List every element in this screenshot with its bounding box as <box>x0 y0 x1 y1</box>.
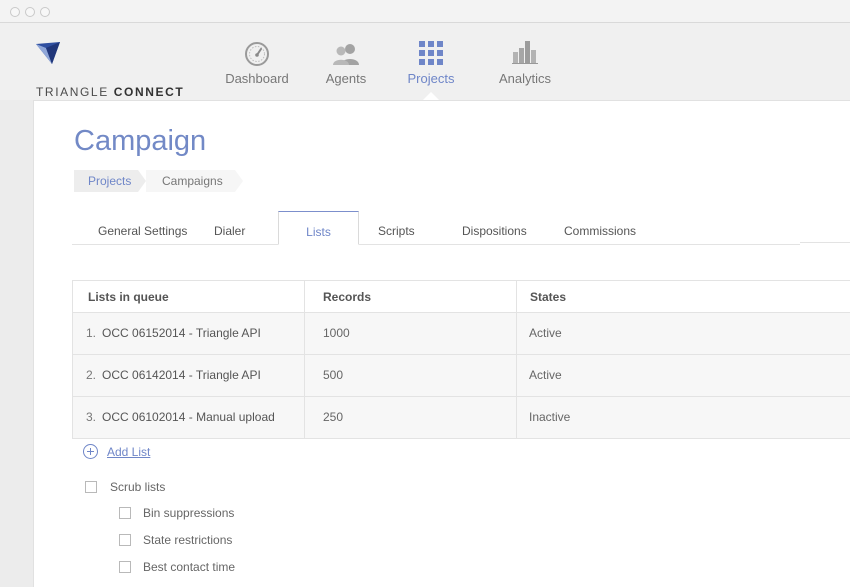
nav-projects-label: Projects <box>407 71 455 86</box>
list-name-cell: 1. OCC 06152014 - Triangle API <box>73 313 305 354</box>
checkbox-box[interactable] <box>119 534 131 546</box>
dashboard-gauge-icon <box>245 42 269 66</box>
state-cell: Inactive <box>529 410 571 424</box>
tab-general-settings[interactable]: General Settings <box>98 211 187 245</box>
breadcrumb-campaigns[interactable]: Campaigns <box>146 170 243 192</box>
window-titlebar <box>0 0 850 23</box>
table-header: Lists in queue Records States <box>73 281 850 313</box>
records-cell: 250 <box>305 397 517 438</box>
window-close-button[interactable] <box>10 7 20 17</box>
list-name-cell: 2. OCC 06142014 - Triangle API <box>73 355 305 396</box>
row-number: 1. <box>86 326 97 340</box>
row-number: 2. <box>86 368 97 382</box>
column-header-records[interactable]: Records <box>305 281 517 312</box>
list-name: OCC 06152014 - Triangle API <box>102 326 261 340</box>
main-panel: Campaign Projects Campaigns General Sett… <box>33 100 850 587</box>
table-row[interactable]: 1. OCC 06152014 - Triangle API 1000 Activ… <box>73 313 850 355</box>
add-list-label: Add List <box>107 445 151 459</box>
state-cell: Active <box>529 326 562 340</box>
nav-dashboard[interactable]: Dashboard <box>220 23 294 100</box>
tab-commissions[interactable]: Commissions <box>564 211 636 245</box>
nav-agents[interactable]: Agents <box>318 23 374 100</box>
plus-circle-icon <box>83 444 98 459</box>
row-number: 3. <box>86 410 97 424</box>
state-cell: Active <box>529 368 562 382</box>
tab-scripts[interactable]: Scripts <box>378 211 415 245</box>
app-header: TRIANGLE CONNECT Dashboard Agents Projec… <box>0 23 850 101</box>
nav-analytics-label: Analytics <box>498 71 552 86</box>
page-title: Campaign <box>74 125 207 157</box>
checkbox-box[interactable] <box>85 481 97 493</box>
table-row[interactable]: 3. OCC 06102014 - Manual upload 250 Inact… <box>73 397 850 439</box>
state-restrictions-label: State restrictions <box>143 533 233 547</box>
nav-dashboard-label: Dashboard <box>225 71 289 86</box>
records-cell: 1000 <box>305 313 517 354</box>
projects-grid-icon <box>419 41 443 65</box>
bin-suppressions-label: Bin suppressions <box>143 506 235 520</box>
analytics-bar-icon <box>512 41 538 64</box>
agents-icon <box>333 44 359 65</box>
list-name: OCC 06102014 - Manual upload <box>102 410 275 424</box>
list-name: OCC 06142014 - Triangle API <box>102 368 261 382</box>
column-header-states[interactable]: States <box>517 281 850 312</box>
nav-agents-label: Agents <box>325 71 367 86</box>
records-cell: 500 <box>305 355 517 396</box>
lists-table: Lists in queue Records States 1. OCC 0615… <box>72 280 850 439</box>
scrub-lists-label: Scrub lists <box>110 480 166 494</box>
tab-bar-divider-end <box>800 242 850 243</box>
tab-dialer[interactable]: Dialer <box>214 211 245 245</box>
column-header-lists[interactable]: Lists in queue <box>73 281 305 312</box>
list-name-cell: 3. OCC 06102014 - Manual upload <box>73 397 305 438</box>
brand-name: TRIANGLE CONNECT <box>36 85 185 99</box>
tab-dispositions[interactable]: Dispositions <box>462 211 527 245</box>
checkbox-box[interactable] <box>119 507 131 519</box>
breadcrumb-projects[interactable]: Projects <box>74 170 146 192</box>
checkbox-box[interactable] <box>119 561 131 573</box>
best-contact-time-label: Best contact time <box>143 560 236 574</box>
table-row[interactable]: 2. OCC 06142014 - Triangle API 500 Active <box>73 355 850 397</box>
tab-lists[interactable]: Lists <box>278 211 359 245</box>
nav-projects[interactable]: Projects <box>402 23 460 101</box>
nav-analytics[interactable]: Analytics <box>492 23 558 100</box>
window-zoom-button[interactable] <box>40 7 50 17</box>
window-minimize-button[interactable] <box>25 7 35 17</box>
triangle-logo-icon <box>36 42 60 64</box>
tab-bar: General Settings Dialer Lists Scripts Di… <box>72 211 850 245</box>
